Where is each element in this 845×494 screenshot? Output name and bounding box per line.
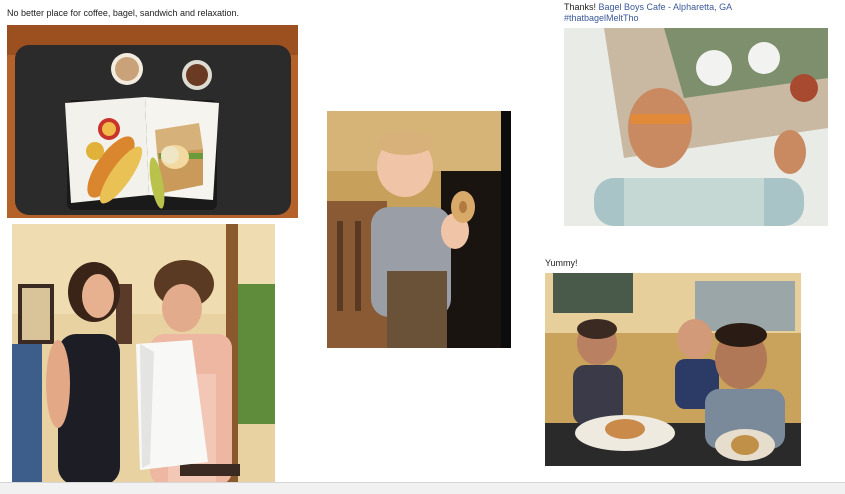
post-caption: No better place for coffee, bagel, sandw…: [7, 8, 239, 18]
post-card-kids: Yummy!: [543, 255, 801, 477]
food-tray-photo[interactable]: [7, 25, 298, 218]
post-caption: Yummy!: [545, 258, 578, 268]
post-caption: Thanks! Bagel Boys Cafe - Alpharetta, GA: [564, 2, 732, 13]
hashtag-line: #thatbagelMeltTho: [564, 13, 639, 24]
selfie-photo[interactable]: [564, 28, 828, 226]
place-link[interactable]: Bagel Boys Cafe - Alpharetta, GA: [599, 2, 733, 12]
hashtag-link[interactable]: #thatbagelMeltTho: [564, 13, 639, 23]
couple-photo[interactable]: [12, 224, 275, 485]
toddler-bagel-photo[interactable]: [327, 111, 511, 348]
bottom-scrollbar[interactable]: [0, 482, 845, 494]
post-card-toddler: [326, 110, 511, 348]
post-card-food: No better place for coffee, bagel, sandw…: [5, 3, 298, 219]
post-card-couple: [10, 222, 276, 486]
post-card-selfie: Thanks! Bagel Boys Cafe - Alpharetta, GA…: [561, 0, 829, 228]
caption-prefix: Thanks!: [564, 2, 599, 12]
kids-thumbsup-photo[interactable]: [545, 273, 801, 466]
